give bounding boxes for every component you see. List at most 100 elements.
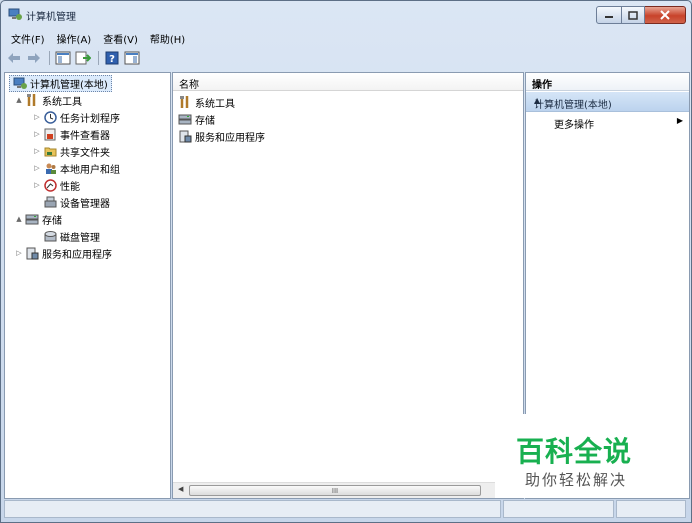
- scroll-thumb[interactable]: III: [189, 485, 481, 496]
- status-panel: [616, 500, 686, 518]
- title-bar[interactable]: 计算机管理: [1, 1, 691, 28]
- tree-item-label: 磁盘管理: [60, 232, 100, 244]
- event-viewer-icon: [43, 127, 57, 141]
- show-hide-action-pane-icon: [124, 51, 140, 65]
- performance-icon: [43, 178, 57, 192]
- users-icon: [43, 161, 57, 175]
- toolbar: ?: [5, 48, 143, 68]
- computer-management-icon: [13, 77, 27, 91]
- tree-root-label: 计算机管理(本地): [30, 80, 108, 91]
- services-icon: [25, 246, 39, 260]
- minimize-icon: [605, 16, 613, 18]
- device-manager-icon: [43, 195, 57, 209]
- shared-folder-icon: [43, 144, 57, 158]
- tree-item-performance[interactable]: ▷ 性能: [33, 177, 80, 193]
- expand-arrow-icon[interactable]: ▷: [15, 249, 23, 257]
- watermark-title: 百科全说: [516, 435, 633, 468]
- status-panel: [502, 500, 615, 518]
- back-button[interactable]: [5, 49, 23, 67]
- export-list-button[interactable]: [74, 49, 92, 67]
- column-header-name[interactable]: 名称: [173, 73, 523, 91]
- svg-text:?: ?: [109, 54, 115, 65]
- watermark-subtitle: 助你轻松解决: [525, 471, 628, 489]
- menu-action[interactable]: 操作(A): [51, 29, 98, 46]
- help-icon: ?: [105, 51, 119, 65]
- tree-item-label: 服务和应用程序: [42, 249, 112, 261]
- tree-item-label: 存储: [42, 215, 62, 227]
- list-item-label: 系统工具: [195, 98, 235, 110]
- tree-item-label: 系统工具: [42, 96, 82, 108]
- submenu-arrow-icon: ▶: [676, 116, 683, 125]
- maximize-icon: [628, 10, 638, 20]
- window-title: 计算机管理: [26, 12, 76, 23]
- show-hide-tree-icon: [55, 51, 71, 65]
- show-hide-action-pane-button[interactable]: [123, 49, 141, 67]
- tree-item-label: 事件查看器: [60, 130, 110, 142]
- tree-item-disk-management[interactable]: 磁盘管理: [33, 228, 100, 244]
- menu-file[interactable]: 文件(F): [5, 29, 51, 46]
- console-tree: 计算机管理(本地) ▲ 系统工具 ▷ 任务计划程序 ▷ 事件查看器 ▷ 共享文件…: [4, 72, 171, 499]
- expand-arrow-icon[interactable]: ▷: [33, 181, 41, 189]
- storage-icon: [25, 212, 39, 226]
- expand-arrow-icon[interactable]: ▷: [33, 130, 41, 138]
- show-hide-tree-button[interactable]: [54, 49, 72, 67]
- computer-management-icon: [8, 8, 22, 21]
- list-item-label: 存储: [195, 115, 215, 127]
- toolbar-separator: [49, 51, 50, 65]
- expand-arrow-icon[interactable]: ▷: [33, 147, 41, 155]
- tree-item-event-viewer[interactable]: ▷ 事件查看器: [33, 126, 110, 142]
- tools-icon: [178, 95, 192, 109]
- toolbar-separator: [98, 51, 99, 65]
- tree-item-task-scheduler[interactable]: ▷ 任务计划程序: [33, 109, 120, 125]
- more-actions-item[interactable]: 更多操作: [554, 116, 594, 131]
- tree-item-label: 设备管理器: [60, 198, 110, 210]
- collapse-triangle-icon[interactable]: ▲: [534, 96, 681, 105]
- scroll-left-icon[interactable]: ◀: [178, 485, 183, 493]
- watermark: 百科全说 助你轻松解决: [496, 414, 668, 498]
- tree-item-label: 本地用户和组: [60, 164, 120, 176]
- tree-item-storage[interactable]: ▲ 存储: [15, 211, 62, 227]
- result-list: 名称 系统工具 存储 服务和应用程序 ◀ III: [172, 72, 524, 499]
- status-bar: [4, 500, 688, 518]
- clock-icon: [43, 110, 57, 124]
- actions-section[interactable]: 计算机管理(本地) ▲: [526, 92, 689, 112]
- horizontal-scrollbar[interactable]: ◀ III: [173, 482, 495, 498]
- list-item[interactable]: 服务和应用程序: [178, 128, 265, 144]
- scroll-thumb-grip: III: [331, 486, 339, 495]
- export-list-icon: [75, 51, 91, 65]
- close-button[interactable]: [645, 6, 686, 24]
- tree-item-shared-folders[interactable]: ▷ 共享文件夹: [33, 143, 110, 159]
- minimize-button[interactable]: [596, 6, 622, 24]
- tree-item-label: 性能: [60, 181, 80, 193]
- tree-item-services-apps[interactable]: ▷ 服务和应用程序: [15, 245, 112, 261]
- caption-buttons: [596, 6, 686, 24]
- actions-header: 操作: [526, 73, 689, 91]
- storage-icon: [178, 112, 192, 126]
- tree-item-device-manager[interactable]: 设备管理器: [33, 194, 110, 210]
- list-item[interactable]: 存储: [178, 111, 215, 127]
- disk-icon: [43, 229, 57, 243]
- tree-item-label: 共享文件夹: [60, 147, 110, 159]
- actions-header-label: 操作: [532, 80, 552, 91]
- tree-item-label: 任务计划程序: [60, 113, 120, 125]
- help-button[interactable]: ?: [103, 49, 121, 67]
- tree-item-system-tools[interactable]: ▲ 系统工具: [15, 92, 82, 108]
- expand-arrow-icon[interactable]: ▷: [33, 164, 41, 172]
- collapse-arrow-icon[interactable]: ▲: [15, 96, 23, 104]
- app-window: 计算机管理 文件(F) 操作(A) 查看(V) 帮助(H) ? 计算机管理(本地…: [0, 0, 692, 523]
- forward-arrow-icon: [28, 53, 40, 63]
- tree-root-node[interactable]: 计算机管理(本地): [9, 75, 112, 92]
- list-item-label: 服务和应用程序: [195, 132, 265, 144]
- forward-button[interactable]: [25, 49, 43, 67]
- collapse-arrow-icon[interactable]: ▲: [15, 215, 23, 223]
- menu-help[interactable]: 帮助(H): [144, 29, 191, 46]
- menu-view[interactable]: 查看(V): [97, 29, 144, 46]
- list-item[interactable]: 系统工具: [178, 94, 235, 110]
- expand-arrow-icon[interactable]: ▷: [33, 113, 41, 121]
- back-arrow-icon: [8, 53, 20, 63]
- close-icon: [660, 10, 670, 20]
- services-icon: [178, 129, 192, 143]
- status-panel: [4, 500, 501, 518]
- maximize-button[interactable]: [622, 6, 645, 24]
- tree-item-local-users[interactable]: ▷ 本地用户和组: [33, 160, 120, 176]
